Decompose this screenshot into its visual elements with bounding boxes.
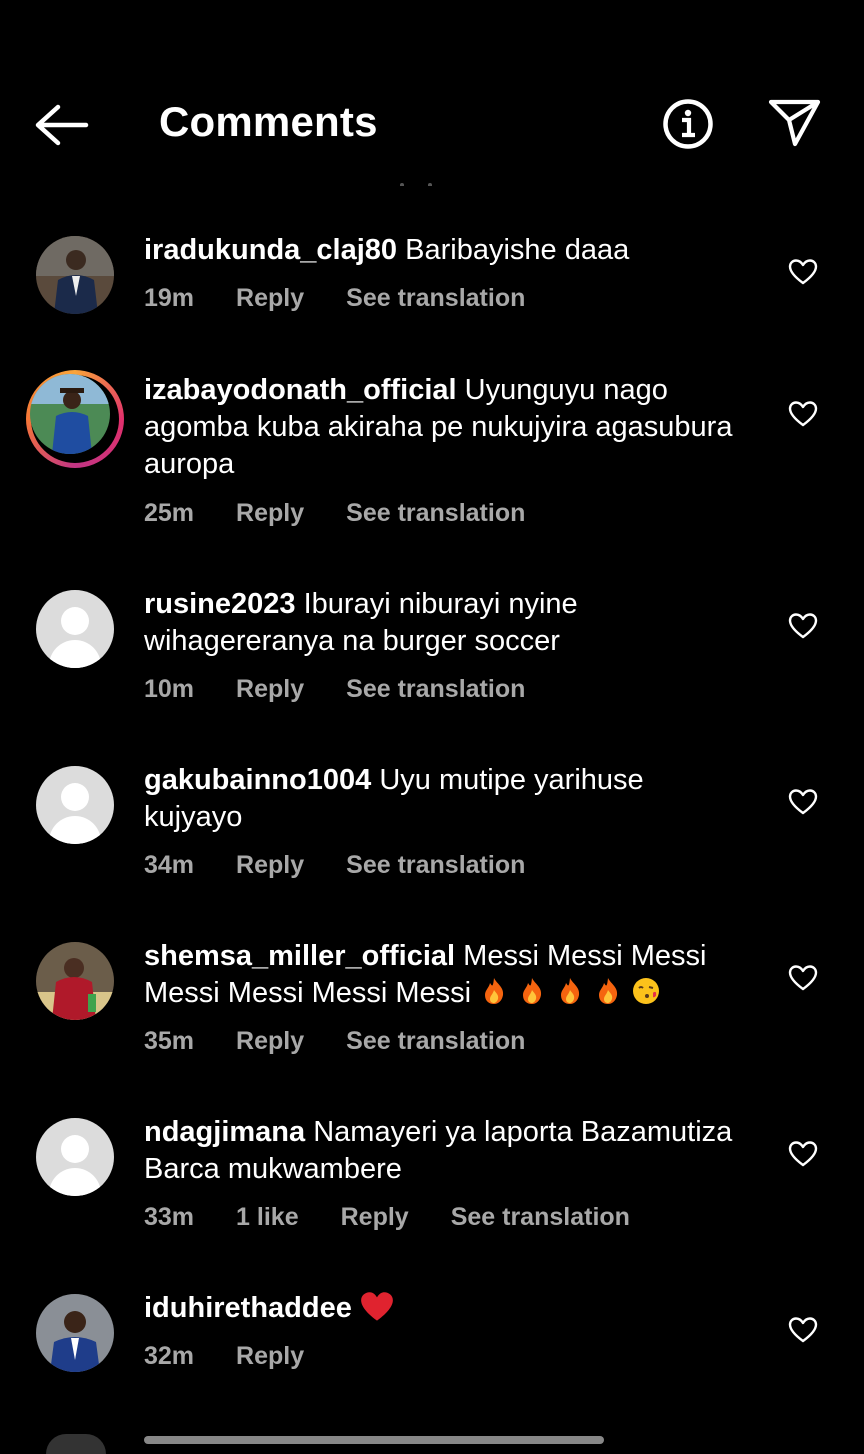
- fire-emoji-icon: [523, 978, 542, 1004]
- comment-text: ndagjimana Namayeri ya laporta Bazamutiz…: [144, 1114, 744, 1188]
- comment-meta: 19m Reply See translation: [144, 284, 567, 313]
- comment-time: 33m: [144, 1203, 195, 1231]
- comment-text: iduhirethaddee: [144, 1290, 744, 1327]
- reply-button[interactable]: Reply: [341, 1203, 409, 1232]
- info-icon[interactable]: [662, 98, 714, 150]
- top-bar: Comments: [0, 0, 864, 190]
- comment-time: 10m: [144, 675, 195, 703]
- avatar[interactable]: [36, 1118, 114, 1196]
- heart-outline-icon[interactable]: [788, 788, 818, 816]
- comment-username[interactable]: ndagjimana: [144, 1116, 305, 1148]
- comment-text: gakubainno1004 Uyu mutipe yarihuse kujya…: [144, 762, 744, 836]
- see-translation-link[interactable]: See translation: [346, 851, 525, 880]
- reply-button[interactable]: Reply: [236, 851, 304, 880]
- comment-time: 19m: [144, 284, 195, 312]
- comment-body: Baribayishe daaa: [405, 234, 630, 266]
- comment-text: izabayodonath_official Uyunguyu nago ago…: [144, 372, 744, 483]
- page-title: Comments: [159, 98, 378, 145]
- avatar[interactable]: [36, 766, 114, 844]
- fire-emoji-icon: [599, 978, 618, 1004]
- scrolled-content-edge: [400, 176, 480, 186]
- comment-username[interactable]: shemsa_miller_official: [144, 940, 455, 972]
- comment-time: 25m: [144, 499, 195, 527]
- comment-meta: 35m Reply See translation: [144, 1027, 567, 1056]
- heart-outline-icon[interactable]: [788, 258, 818, 286]
- reply-button[interactable]: Reply: [236, 675, 304, 704]
- comment-text: rusine2023 Iburayi niburayi nyine wihage…: [144, 586, 744, 660]
- avatar[interactable]: [36, 1294, 114, 1372]
- fire-emoji-icon: [561, 978, 580, 1004]
- reply-button[interactable]: Reply: [236, 499, 304, 528]
- see-translation-link[interactable]: See translation: [346, 284, 525, 313]
- heart-outline-icon[interactable]: [788, 964, 818, 992]
- comment-meta: 33m 1 like Reply See translation: [144, 1203, 672, 1232]
- avatar[interactable]: [36, 236, 114, 314]
- see-translation-link[interactable]: See translation: [346, 675, 525, 704]
- comment-text: shemsa_miller_official Messi Messi Messi…: [144, 938, 744, 1012]
- see-translation-link[interactable]: See translation: [451, 1203, 630, 1232]
- avatar[interactable]: [46, 1434, 106, 1454]
- arrow-left-icon[interactable]: [34, 104, 90, 146]
- comment-time: 34m: [144, 851, 195, 879]
- comment-meta: 10m Reply See translation: [144, 675, 567, 704]
- reply-button[interactable]: Reply: [236, 284, 304, 313]
- heart-outline-icon[interactable]: [788, 400, 818, 428]
- red-heart-emoji-icon: [361, 1292, 393, 1321]
- comment-time: 32m: [144, 1342, 195, 1370]
- reply-button[interactable]: Reply: [236, 1342, 304, 1371]
- comment-username[interactable]: izabayodonath_official: [144, 374, 457, 406]
- comment-username[interactable]: rusine2023: [144, 588, 296, 620]
- cut-off-comment-text: [144, 1432, 604, 1444]
- comment-meta: 34m Reply See translation: [144, 851, 567, 880]
- heart-outline-icon[interactable]: [788, 612, 818, 640]
- heart-outline-icon[interactable]: [788, 1316, 818, 1344]
- comment-text: iradukunda_claj80 Baribayishe daaa: [144, 232, 744, 269]
- heart-outline-icon[interactable]: [788, 1140, 818, 1168]
- comment-username[interactable]: gakubainno1004: [144, 764, 371, 796]
- comment-time: 35m: [144, 1027, 195, 1055]
- avatar[interactable]: [26, 370, 124, 468]
- likes-count[interactable]: 1 like: [236, 1203, 299, 1232]
- see-translation-link[interactable]: See translation: [346, 1027, 525, 1056]
- emoji-group: [479, 977, 669, 1009]
- paper-plane-icon[interactable]: [768, 98, 822, 148]
- reply-button[interactable]: Reply: [236, 1027, 304, 1056]
- avatar[interactable]: [36, 590, 114, 668]
- comment-meta: 32m Reply: [144, 1342, 346, 1371]
- avatar[interactable]: [36, 942, 114, 1020]
- fire-emoji-icon: [485, 978, 504, 1004]
- kissing-face-emoji-icon: [633, 978, 660, 1004]
- see-translation-link[interactable]: See translation: [346, 499, 525, 528]
- comment-username[interactable]: iduhirethaddee: [144, 1292, 352, 1324]
- comment-meta: 25m Reply See translation: [144, 499, 567, 528]
- comment-username[interactable]: iradukunda_claj80: [144, 234, 397, 266]
